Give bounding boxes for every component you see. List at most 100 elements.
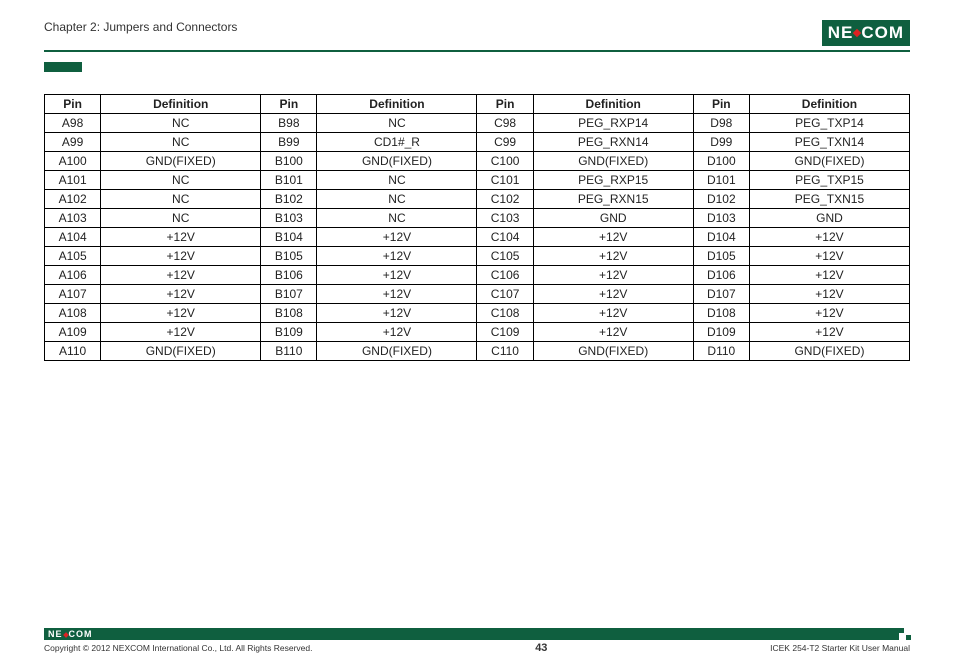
chapter-title: Chapter 2: Jumpers and Connectors <box>44 20 237 34</box>
pin-cell: B101 <box>261 171 317 190</box>
definition-cell: PEG_RXN15 <box>533 190 693 209</box>
pin-definition-table: Pin Definition Pin Definition Pin Defini… <box>44 94 910 361</box>
pin-cell: D109 <box>693 323 749 342</box>
definition-cell: +12V <box>533 304 693 323</box>
definition-cell: +12V <box>749 285 909 304</box>
definition-cell: NC <box>101 209 261 228</box>
definition-cell: PEG_TXN15 <box>749 190 909 209</box>
table-row: A109+12VB109+12VC109+12VD109+12V <box>45 323 910 342</box>
pin-cell: D102 <box>693 190 749 209</box>
pin-cell: B109 <box>261 323 317 342</box>
pin-cell: C99 <box>477 133 533 152</box>
pin-cell: A100 <box>45 152 101 171</box>
definition-cell: GND(FIXED) <box>317 152 477 171</box>
definition-cell: +12V <box>317 228 477 247</box>
pin-cell: D105 <box>693 247 749 266</box>
definition-cell: GND(FIXED) <box>101 152 261 171</box>
logo-diamond-icon <box>853 29 861 37</box>
definition-cell: PEG_TXN14 <box>749 133 909 152</box>
definition-cell: +12V <box>317 266 477 285</box>
col-header-definition: Definition <box>101 95 261 114</box>
definition-cell: PEG_TXP15 <box>749 171 909 190</box>
table-row: A105+12VB105+12VC105+12VD105+12V <box>45 247 910 266</box>
pin-cell: B105 <box>261 247 317 266</box>
definition-cell: PEG_TXP14 <box>749 114 909 133</box>
definition-cell: +12V <box>533 228 693 247</box>
definition-cell: +12V <box>317 304 477 323</box>
pin-cell: A101 <box>45 171 101 190</box>
definition-cell: GND <box>749 209 909 228</box>
pin-cell: C107 <box>477 285 533 304</box>
definition-cell: NC <box>101 114 261 133</box>
col-header-definition: Definition <box>533 95 693 114</box>
definition-cell: +12V <box>101 323 261 342</box>
section-marker <box>44 62 82 72</box>
col-header-definition: Definition <box>749 95 909 114</box>
col-header-pin: Pin <box>477 95 533 114</box>
definition-cell: +12V <box>533 266 693 285</box>
table-header-row: Pin Definition Pin Definition Pin Defini… <box>45 95 910 114</box>
pin-cell: B108 <box>261 304 317 323</box>
footer-logo-left: NE <box>48 629 63 639</box>
definition-cell: NC <box>101 171 261 190</box>
pin-cell: B110 <box>261 342 317 361</box>
pin-cell: A98 <box>45 114 101 133</box>
definition-cell: NC <box>317 171 477 190</box>
logo-text-left: NE <box>828 23 854 43</box>
pin-cell: C100 <box>477 152 533 171</box>
pin-cell: A108 <box>45 304 101 323</box>
definition-cell: +12V <box>101 304 261 323</box>
nexcom-logo: NE COM <box>822 20 910 46</box>
table-row: A102NCB102NCC102PEG_RXN15D102PEG_TXN15 <box>45 190 910 209</box>
pin-cell: B102 <box>261 190 317 209</box>
pin-cell: C104 <box>477 228 533 247</box>
definition-cell: GND <box>533 209 693 228</box>
logo-text-right: COM <box>861 23 904 43</box>
pin-cell: D101 <box>693 171 749 190</box>
definition-cell: CD1#_R <box>317 133 477 152</box>
definition-cell: GND(FIXED) <box>317 342 477 361</box>
definition-cell: GND(FIXED) <box>749 152 909 171</box>
pin-cell: D103 <box>693 209 749 228</box>
definition-cell: PEG_RXP14 <box>533 114 693 133</box>
header-divider <box>44 50 910 52</box>
pin-cell: C106 <box>477 266 533 285</box>
footer-logo-right: COM <box>69 629 93 639</box>
pin-cell: D100 <box>693 152 749 171</box>
table-row: A103NCB103NCC103GNDD103GND <box>45 209 910 228</box>
table-row: A101NCB101NCC101PEG_RXP15D101PEG_TXP15 <box>45 171 910 190</box>
pin-cell: A99 <box>45 133 101 152</box>
pin-cell: B99 <box>261 133 317 152</box>
pin-cell: A109 <box>45 323 101 342</box>
pin-cell: B103 <box>261 209 317 228</box>
col-header-definition: Definition <box>317 95 477 114</box>
pin-cell: D98 <box>693 114 749 133</box>
pin-cell: D104 <box>693 228 749 247</box>
pin-cell: B104 <box>261 228 317 247</box>
logo-diamond-icon <box>63 632 69 638</box>
pin-cell: A110 <box>45 342 101 361</box>
definition-cell: GND(FIXED) <box>533 152 693 171</box>
copyright-text: Copyright © 2012 NEXCOM International Co… <box>44 643 312 653</box>
table-row: A98NCB98NCC98PEG_RXP14D98PEG_TXP14 <box>45 114 910 133</box>
pin-cell: B98 <box>261 114 317 133</box>
pin-cell: A102 <box>45 190 101 209</box>
table-row: A106+12VB106+12VC106+12VD106+12V <box>45 266 910 285</box>
pin-cell: C110 <box>477 342 533 361</box>
definition-cell: +12V <box>317 247 477 266</box>
definition-cell: +12V <box>749 247 909 266</box>
footer-corner-icon <box>899 628 911 640</box>
pin-cell: A107 <box>45 285 101 304</box>
pin-cell: D110 <box>693 342 749 361</box>
pin-cell: A106 <box>45 266 101 285</box>
definition-cell: +12V <box>749 228 909 247</box>
definition-cell: +12V <box>749 266 909 285</box>
manual-title: ICEK 254-T2 Starter Kit User Manual <box>770 643 910 653</box>
definition-cell: NC <box>317 209 477 228</box>
definition-cell: NC <box>317 114 477 133</box>
definition-cell: NC <box>101 133 261 152</box>
table-row: A100GND(FIXED)B100GND(FIXED)C100GND(FIXE… <box>45 152 910 171</box>
col-header-pin: Pin <box>693 95 749 114</box>
definition-cell: +12V <box>749 323 909 342</box>
pin-cell: A104 <box>45 228 101 247</box>
